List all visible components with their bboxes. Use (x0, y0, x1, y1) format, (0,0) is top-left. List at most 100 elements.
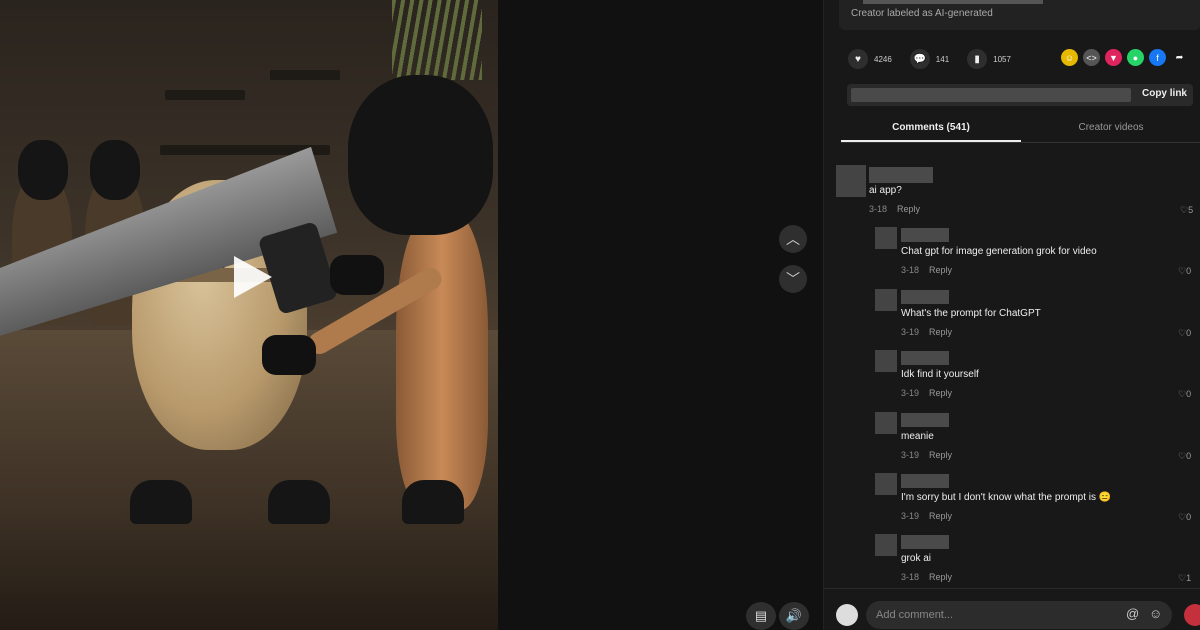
video-player[interactable] (0, 0, 498, 630)
redacted-bar (863, 0, 1043, 4)
video-side-area: ︿ ﹀ ▤ 🔊 (498, 0, 823, 630)
comment-like-count: 1 (1186, 573, 1192, 583)
carrot-character (396, 210, 488, 510)
ai-label-box: Creator labeled as AI-generated (839, 0, 1200, 30)
comment-button[interactable]: 💬 141 (909, 49, 950, 69)
comment-like-count: 0 (1186, 328, 1192, 338)
comment-text: grok ai (901, 553, 932, 564)
heart-outline-icon: ♡ (1178, 389, 1187, 399)
avatar[interactable] (875, 412, 897, 434)
heart-outline-icon: ♡ (1178, 451, 1187, 461)
avatar[interactable] (836, 165, 866, 197)
comment-reply: What's the prompt for ChatGPT 3-19 Reply … (875, 289, 1200, 339)
comment-reply: Chat gpt for image generation grok for v… (875, 227, 1200, 277)
embed-icon[interactable]: <> (1083, 49, 1100, 66)
panel-tabs: Comments (541) Creator videos (841, 116, 1200, 143)
comment-meta: 3-18 Reply (869, 204, 920, 214)
emoji-icon[interactable]: ☺ (1061, 49, 1078, 66)
volume-button[interactable]: 🔊 (779, 602, 809, 630)
avatar[interactable] (875, 227, 897, 249)
post-comment-button[interactable] (1184, 604, 1200, 626)
ai-generated-label: Creator labeled as AI-generated (851, 8, 993, 19)
tab-comments[interactable]: Comments (541) (841, 116, 1021, 142)
whatsapp-icon[interactable]: ● (1127, 49, 1144, 66)
comment-like-count: 0 (1186, 266, 1192, 276)
reply-button[interactable]: Reply (929, 572, 952, 582)
heart-outline-icon: ♡ (1180, 205, 1189, 215)
avatar[interactable] (875, 473, 897, 495)
comment-count: 141 (935, 54, 950, 64)
comment-meta: 3-19 Reply (901, 511, 952, 521)
play-icon (234, 256, 272, 298)
comment-meta: 3-18 Reply (901, 572, 952, 582)
comment-like-button[interactable]: ♡0 (1178, 512, 1191, 523)
comment-icon: 💬 (909, 49, 930, 69)
glove (330, 255, 384, 295)
comment-like-button[interactable]: ♡1 (1178, 573, 1191, 584)
comment-like-button[interactable]: ♡0 (1178, 266, 1191, 277)
heart-outline-icon: ♡ (1178, 573, 1187, 583)
captions-button[interactable]: ▤ (746, 602, 776, 630)
share-arrow-icon[interactable]: ➦ (1171, 49, 1188, 66)
comment-date: 3-19 (901, 450, 920, 460)
reply-button[interactable]: Reply (929, 388, 952, 398)
comment-reply: meanie 3-19 Reply ♡0 (875, 412, 1200, 462)
balaclava-head (348, 75, 493, 235)
comment-text: Chat gpt for image generation grok for v… (901, 246, 1097, 257)
volume-icon: 🔊 (785, 608, 803, 623)
like-button[interactable]: ♥ 4246 (848, 49, 892, 69)
avatar[interactable] (875, 289, 897, 311)
current-user-avatar (836, 604, 858, 626)
reply-button[interactable]: Reply (929, 327, 952, 337)
redacted-username (901, 290, 949, 304)
tab-creator-videos[interactable]: Creator videos (1021, 116, 1200, 142)
mention-icon[interactable]: @ (1126, 606, 1139, 621)
heart-outline-icon: ♡ (1178, 328, 1187, 338)
comment-like-count: 0 (1186, 451, 1192, 461)
next-video-button[interactable]: ﹀ (779, 265, 807, 293)
comment-meta: 3-18 Reply (901, 265, 952, 275)
comment-meta: 3-19 Reply (901, 327, 952, 337)
pin-icon[interactable]: ▼ (1105, 49, 1122, 66)
copy-link-row: Copy link (847, 84, 1193, 106)
wall-rifle (270, 70, 340, 80)
comment-like-count: 5 (1188, 205, 1194, 215)
comment-reply: Idk find it yourself 3-19 Reply ♡0 (875, 350, 1200, 400)
reply-button[interactable]: Reply (929, 265, 952, 275)
avatar[interactable] (875, 350, 897, 372)
comment-like-button[interactable]: ♡5 (1180, 205, 1193, 216)
comment-like-button[interactable]: ♡0 (1178, 451, 1191, 462)
reply-button[interactable]: Reply (929, 511, 952, 521)
emoji-picker-icon[interactable]: ☺ (1149, 606, 1162, 621)
carrot-greens (392, 0, 482, 80)
previous-video-button[interactable]: ︿ (779, 225, 807, 253)
comment-compose-bar: @ ☺ (824, 588, 1200, 630)
boot (402, 480, 464, 524)
comment-like-button[interactable]: ♡0 (1178, 389, 1191, 400)
comment-text: ai app? (869, 185, 902, 196)
chevron-up-icon: ︿ (786, 231, 800, 247)
heart-outline-icon: ♡ (1178, 512, 1187, 522)
save-button[interactable]: ▮ 1057 (967, 49, 1011, 69)
copy-link-button[interactable]: Copy link (1142, 88, 1187, 99)
redacted-username (901, 535, 949, 549)
play-button[interactable] (226, 252, 276, 302)
redacted-username (869, 167, 933, 183)
facebook-icon[interactable]: f (1149, 49, 1166, 66)
share-icons: ☺ <> ▼ ● f ➦ (1056, 49, 1188, 66)
wall-rifle (165, 90, 245, 100)
bookmark-icon: ▮ (967, 49, 988, 69)
comment-like-button[interactable]: ♡0 (1178, 328, 1191, 339)
comment-item: ai app? 3-18 Reply ♡5 (836, 165, 1196, 215)
reply-button[interactable]: Reply (929, 450, 952, 460)
boot (130, 480, 192, 524)
comment-meta: 3-19 Reply (901, 388, 952, 398)
comment-text: Idk find it yourself (901, 369, 979, 380)
avatar[interactable] (875, 534, 897, 556)
reply-button[interactable]: Reply (897, 204, 920, 214)
like-count: 4246 (874, 54, 892, 64)
redacted-username (901, 228, 949, 242)
redacted-username (901, 351, 949, 365)
comment-text: What's the prompt for ChatGPT (901, 308, 1041, 319)
redacted-link (851, 88, 1131, 102)
